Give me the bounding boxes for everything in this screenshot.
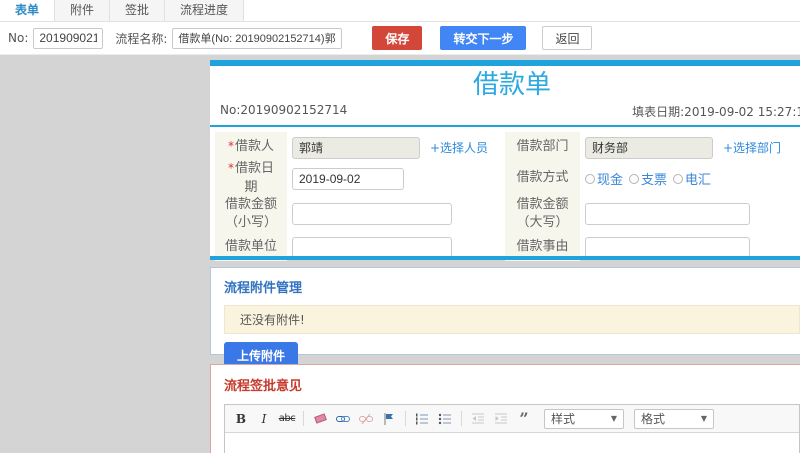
borrower-value-cell: +选择人员 [287,132,505,163]
borrower-input[interactable] [292,136,420,159]
amount-lowercase-input[interactable] [292,203,452,225]
loan-date-value-cell [287,163,505,194]
form-bottom-accent-bar [210,256,800,260]
borrower-label: *借款人 [215,132,287,163]
strikethrough-icon[interactable]: abc [277,410,297,428]
toolbar-separator [461,411,462,426]
form-no-text: No:20190902152714 [220,103,348,117]
amount-uppercase-input[interactable] [585,203,750,225]
format-dropdown[interactable]: 格式 ▼ [634,408,714,429]
editor-toolbar: B I abc ” 样式 ▼ 格式 ▼ [225,405,799,433]
loan-date-label: *借款日期 [215,161,287,195]
blockquote-icon[interactable]: ” [514,410,534,428]
select-department-link[interactable]: +选择部门 [723,139,781,156]
tab-form[interactable]: 表单 [0,0,56,21]
required-asterisk: * [227,139,234,154]
back-button[interactable]: 返回 [542,26,593,50]
toolbar-separator [405,411,406,426]
form-meta-row: No:20190902152714 填表日期:2019-09-02 15:27:… [210,102,800,125]
radio-circle-icon[interactable] [585,173,595,184]
department-input[interactable] [585,136,713,159]
save-button[interactable]: 保存 [372,26,423,50]
select-person-link[interactable]: +选择人员 [430,139,488,156]
no-attachments-message: 还没有附件! [224,305,800,334]
flow-name-label: 流程名称: [115,31,168,46]
required-asterisk: * [227,161,234,176]
no-label: No: [8,31,29,45]
tab-approval[interactable]: 签批 [110,0,166,21]
toolbar-separator [303,411,304,426]
editor-content-area[interactable] [225,433,799,453]
bulleted-list-icon[interactable] [435,410,455,428]
rich-text-editor: B I abc ” 样式 ▼ 格式 ▼ [224,404,800,453]
attachments-panel: 流程附件管理 还没有附件! 上传附件 [210,267,800,369]
attachments-heading: 流程附件管理 [224,281,303,296]
loan-method-value-cell: 现金 支票 电汇 [580,163,800,194]
amount-lowercase-value-cell [287,194,505,234]
radio-cash[interactable]: 现金 [585,169,623,188]
approval-panel: 流程签批意见 B I abc ” 样式 ▼ 格式 ▼ [210,364,800,453]
form-grid: *借款人 +选择人员 借款部门 +选择部门 *借款日期 借款方式 [210,127,800,261]
anchor-flag-icon[interactable] [379,410,399,428]
radio-circle-icon[interactable] [629,173,640,184]
chevron-down-icon: ▼ [610,414,617,423]
chevron-down-icon: ▼ [700,414,707,423]
forward-next-step-button[interactable]: 转交下一步 [440,26,527,50]
tab-attachments[interactable]: 附件 [55,0,111,21]
loan-method-label: 借款方式 [505,163,580,194]
action-toolbar: No: 流程名称: 保存 转交下一步 返回 [0,22,800,55]
workspace: 借款单 No:20190902152714 填表日期:2019-09-02 15… [0,55,800,453]
flow-name-input[interactable] [172,27,343,49]
form-title: 借款单 [472,70,551,100]
bold-icon[interactable]: B [231,410,251,428]
radio-wire-transfer[interactable]: 电汇 [673,169,711,188]
form-date-text: 填表日期:2019-09-02 15:27:1 [632,105,800,119]
numbered-list-icon[interactable] [412,410,432,428]
remove-format-icon[interactable] [310,410,330,428]
italic-icon[interactable]: I [254,410,274,428]
amount-uppercase-value-cell [580,194,800,234]
amount-uppercase-label: 借款金额（大写） [505,194,580,234]
no-input[interactable] [33,27,104,49]
radio-check[interactable]: 支票 [629,169,667,188]
loan-form-panel: 借款单 No:20190902152714 填表日期:2019-09-02 15… [210,60,800,261]
amount-lowercase-label: 借款金额（小写） [215,194,287,234]
tab-progress[interactable]: 流程进度 [165,0,245,21]
tab-bar: 表单 附件 签批 流程进度 [0,0,800,22]
department-label: 借款部门 [505,132,580,163]
radio-circle-icon[interactable] [673,173,684,184]
department-value-cell: +选择部门 [580,132,800,163]
link-icon[interactable] [333,410,353,428]
loan-date-input[interactable] [292,167,404,190]
outdent-icon[interactable] [468,410,488,428]
styles-dropdown[interactable]: 样式 ▼ [544,408,624,429]
approval-heading: 流程签批意见 [224,379,303,394]
unlink-icon[interactable] [356,410,376,428]
indent-icon[interactable] [491,410,511,428]
